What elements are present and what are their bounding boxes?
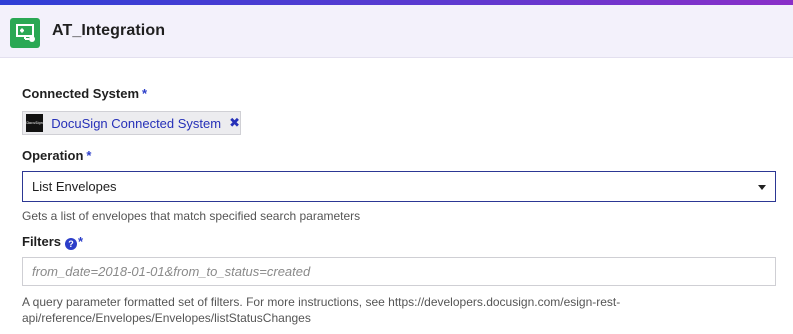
filters-help-line-1: A query parameter formatted set of filte… — [22, 295, 621, 309]
filters-help-line-2: api/reference/Envelopes/Envelopes/listSt… — [22, 311, 311, 325]
remove-chip-icon[interactable]: ✖ — [229, 116, 240, 131]
operation-selected-value: List Envelopes — [32, 179, 117, 194]
required-asterisk: * — [86, 148, 92, 163]
operation-select[interactable]: List Envelopes — [22, 171, 776, 202]
page-title: AT_Integration — [52, 22, 166, 39]
connected-system-chip[interactable]: DocuSign DocuSign Connected System ✖ — [22, 111, 241, 135]
filters-label-text: Filters — [22, 234, 62, 249]
header-bar: AT_Integration — [0, 5, 793, 58]
filters-input[interactable] — [22, 257, 776, 286]
caret-down-icon[interactable] — [758, 185, 766, 190]
integration-icon — [10, 18, 40, 48]
integration-editor: AT_Integration Connected System * DocuSig… — [0, 0, 793, 334]
filters-help-text: A query parameter formatted set of filte… — [22, 294, 620, 326]
required-asterisk: * — [142, 86, 148, 101]
connected-system-label-text: Connected System — [22, 86, 140, 101]
operation-label-text: Operation — [22, 148, 84, 163]
required-asterisk: * — [78, 234, 84, 249]
help-icon[interactable]: ? — [65, 238, 78, 250]
operation-help-text: Gets a list of envelopes that match spec… — [22, 209, 361, 223]
connected-system-label: Connected System * — [22, 86, 147, 101]
docusign-logo: DocuSign — [26, 114, 44, 132]
filters-label: Filters? * — [22, 234, 83, 250]
operation-label: Operation * — [22, 148, 91, 163]
connected-system-chip-label[interactable]: DocuSign Connected System — [51, 116, 221, 131]
